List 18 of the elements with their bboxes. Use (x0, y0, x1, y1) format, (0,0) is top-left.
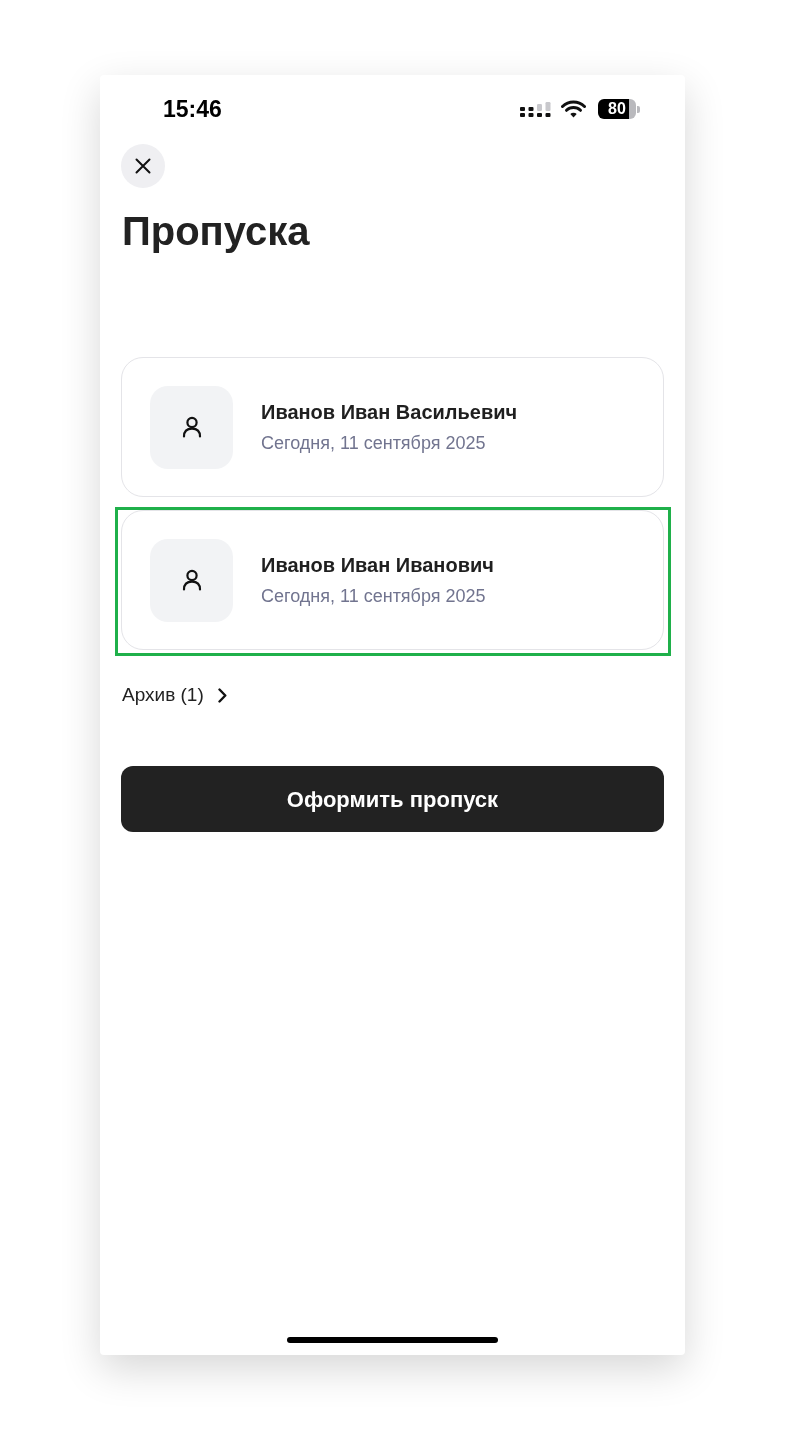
cellular-signal-icon (520, 101, 551, 117)
pass-card[interactable]: Иванов Иван Васильевич Сегодня, 11 сентября 2025 (121, 357, 664, 497)
create-pass-button[interactable]: Оформить пропуск (121, 766, 664, 832)
person-icon (150, 385, 233, 469)
chevron-right-icon (217, 687, 227, 703)
person-icon (150, 538, 233, 622)
pass-card[interactable]: Иванов Иван Иванович Сегодня, 11 сентября 2025 (115, 507, 671, 656)
archive-link[interactable]: Архив (1) (121, 681, 227, 709)
battery-percentage: 80 (608, 100, 626, 118)
pass-date: Сегодня, 11 сентября 2025 (261, 585, 487, 608)
status-time: 15:46 (163, 95, 222, 123)
pass-holder-name: Иванов Иван Иванович (261, 553, 494, 578)
pass-date: Сегодня, 11 сентября 2025 (261, 432, 487, 455)
pass-holder-name: Иванов Иван Васильевич (261, 400, 518, 425)
close-icon (135, 158, 151, 174)
close-button[interactable] (121, 144, 165, 188)
page-title: Пропуска (121, 208, 311, 255)
wifi-icon (561, 100, 586, 118)
